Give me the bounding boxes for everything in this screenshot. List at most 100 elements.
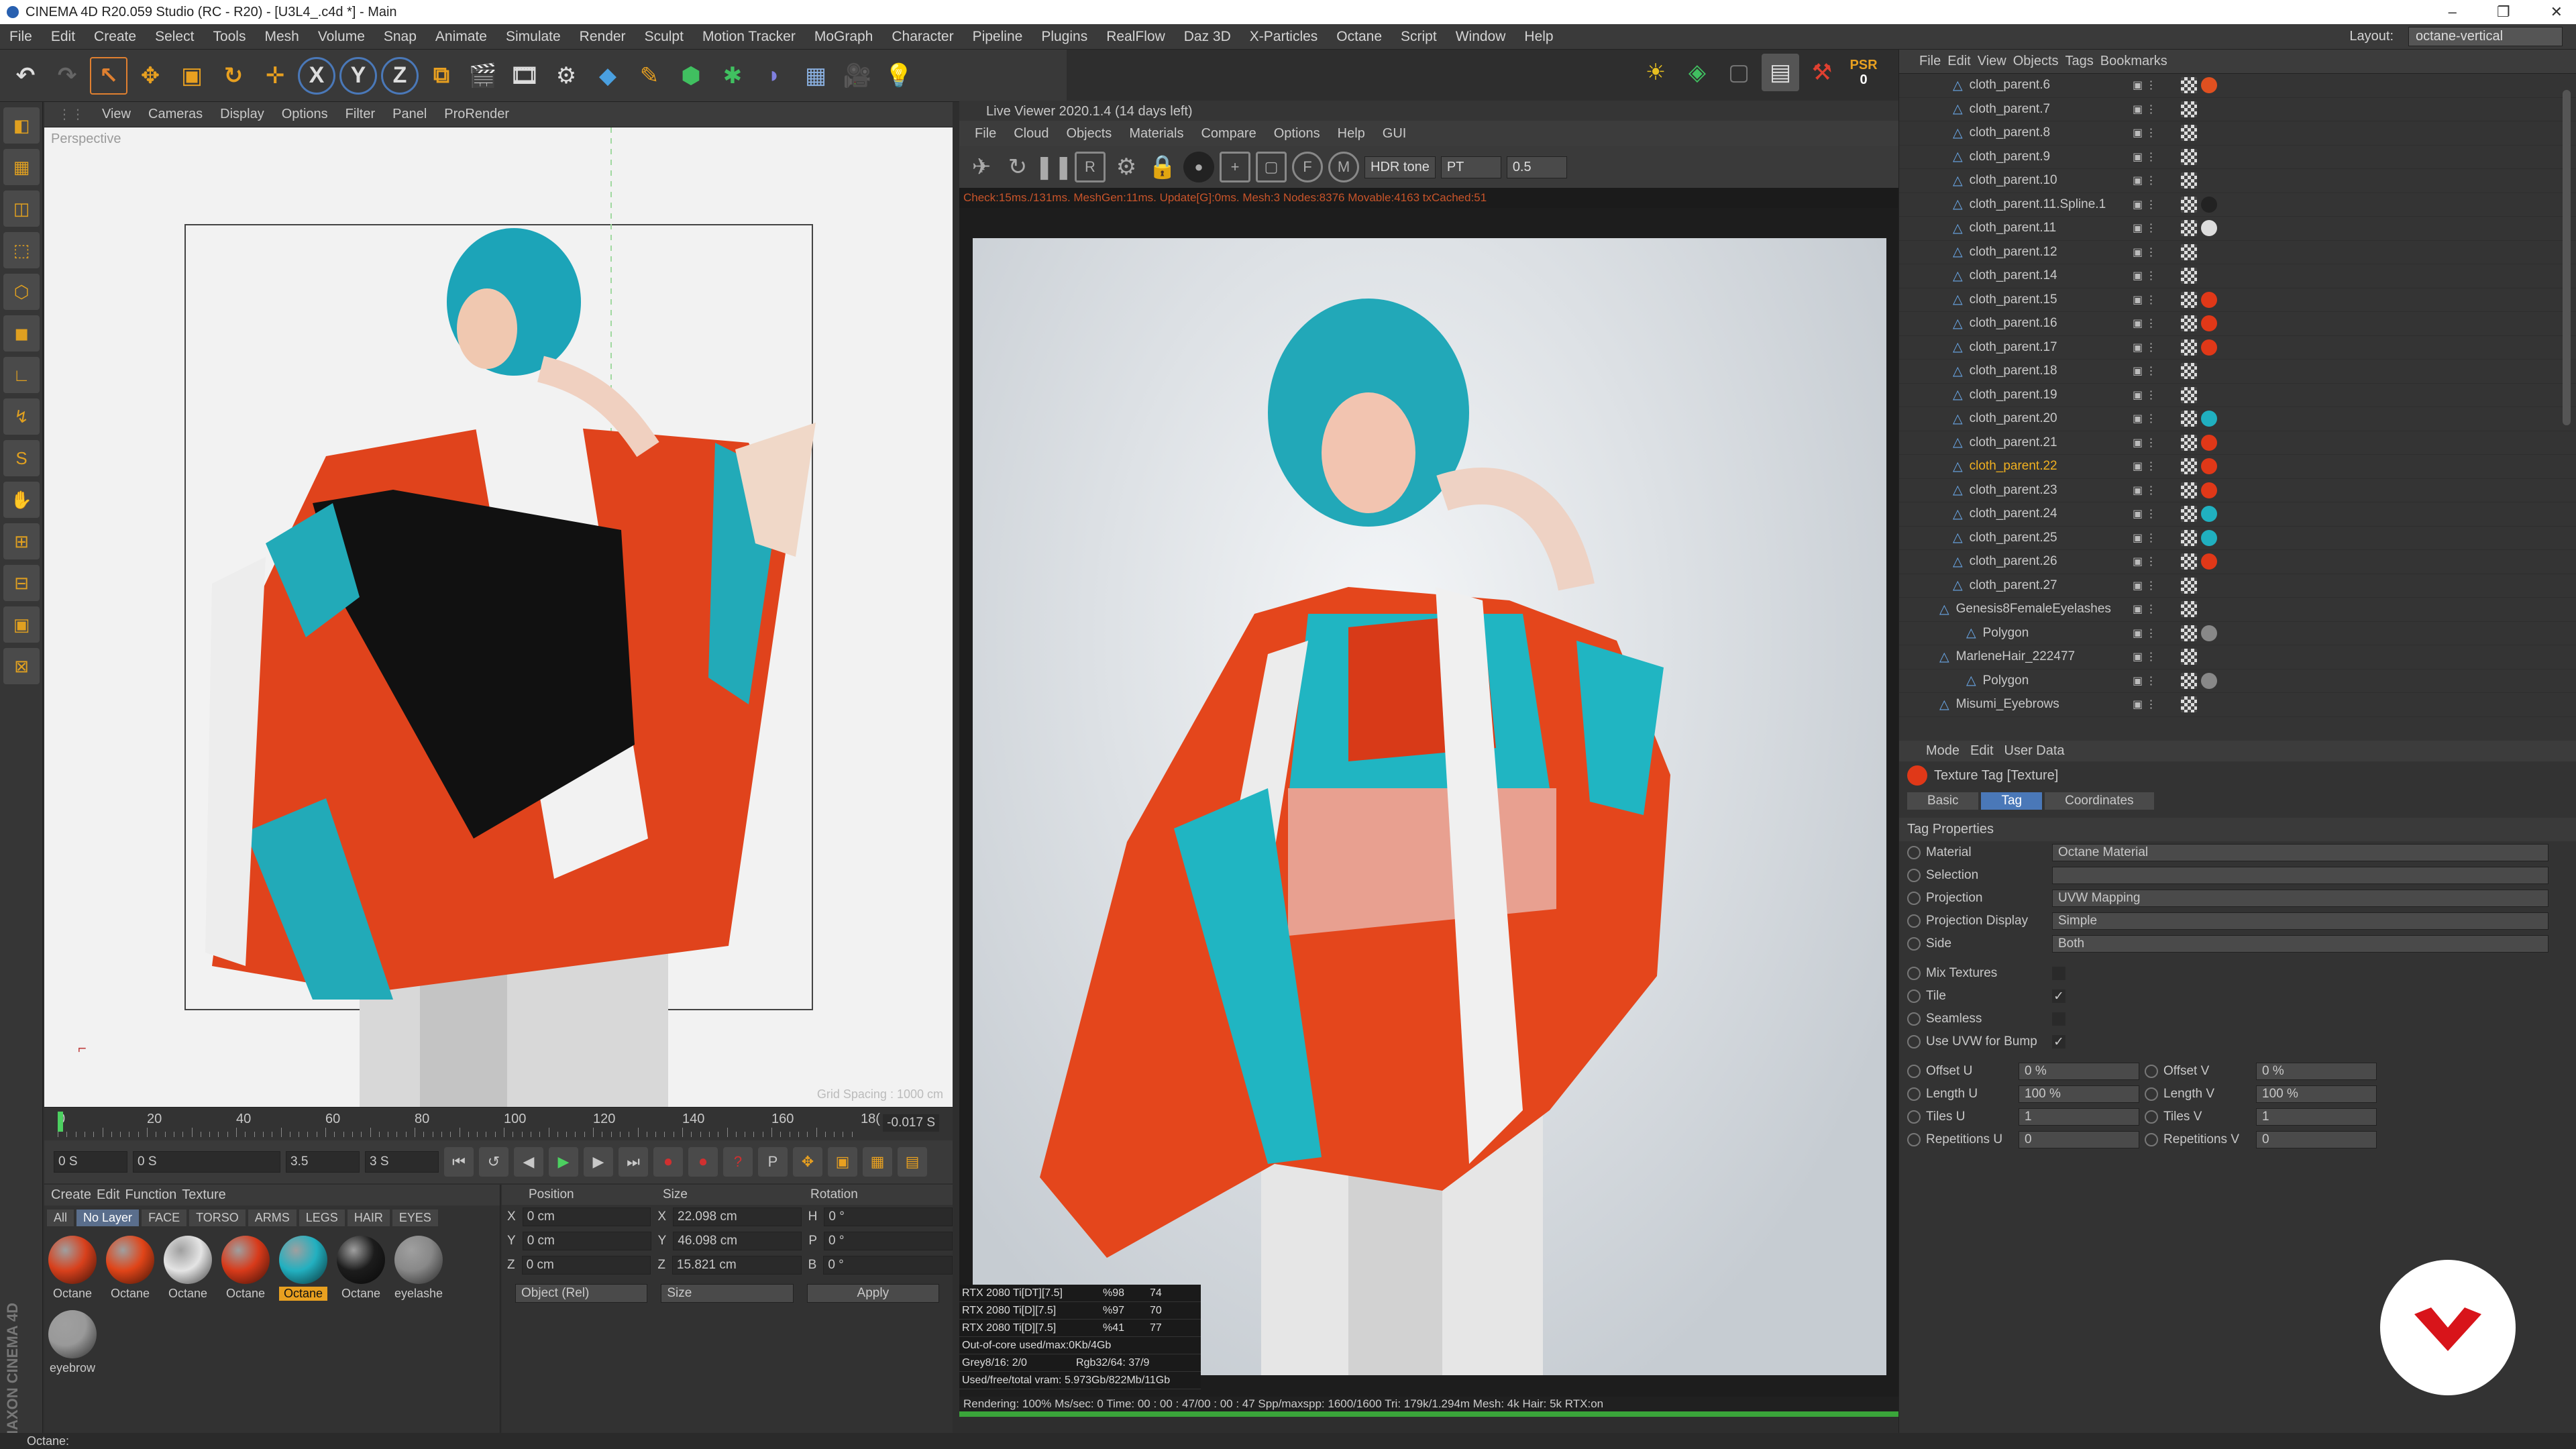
- object-row[interactable]: △ cloth_parent.17 ▣ ⋮: [1899, 336, 2576, 360]
- object-row[interactable]: △ Genesis8FemaleEyelashes ▣ ⋮: [1899, 598, 2576, 622]
- phong-tag-icon[interactable]: [2181, 244, 2197, 260]
- material-item[interactable]: eyebrow: [48, 1310, 97, 1375]
- object-visibility-icon[interactable]: ▣ ⋮: [2133, 246, 2165, 259]
- object-row[interactable]: △ cloth_parent.14 ▣ ⋮: [1899, 264, 2576, 288]
- material-menu-create[interactable]: Create: [51, 1187, 91, 1203]
- object-visibility-icon[interactable]: ▣ ⋮: [2133, 150, 2165, 164]
- menu-character[interactable]: Character: [882, 29, 963, 45]
- phong-tag-icon[interactable]: [2181, 386, 2197, 403]
- object-visibility-icon[interactable]: ▣ ⋮: [2133, 221, 2165, 235]
- object-menu-bookmarks[interactable]: Bookmarks: [2100, 54, 2167, 69]
- viewport-menu-cameras[interactable]: Cameras: [142, 107, 209, 122]
- offset-value[interactable]: 0: [2256, 1131, 2377, 1148]
- object-name[interactable]: MarleneHair_222477: [1956, 649, 2131, 664]
- go-to-end-icon[interactable]: ⏭: [619, 1147, 648, 1177]
- phong-tag-icon[interactable]: [2181, 101, 2197, 117]
- viewport-menu-display[interactable]: Display: [213, 107, 271, 122]
- object-name[interactable]: cloth_parent.27: [1970, 578, 2144, 593]
- checkbox[interactable]: [2052, 967, 2065, 980]
- playhead[interactable]: [58, 1112, 63, 1132]
- object-row[interactable]: △ cloth_parent.23 ▣ ⋮: [1899, 479, 2576, 502]
- subdivision-icon[interactable]: ⬢: [672, 57, 710, 95]
- object-menu-tags[interactable]: Tags: [2065, 54, 2094, 69]
- prev-key-icon[interactable]: ↺: [479, 1147, 508, 1177]
- object-name[interactable]: cloth_parent.21: [1970, 435, 2144, 450]
- property-value[interactable]: Octane Material: [2052, 844, 2548, 861]
- object-name[interactable]: cloth_parent.11: [1970, 221, 2144, 235]
- object-row[interactable]: △ cloth_parent.15 ▣ ⋮: [1899, 288, 2576, 312]
- layer-tab-no-layer[interactable]: No Layer: [76, 1210, 140, 1226]
- animate-dot-icon[interactable]: [2145, 1065, 2158, 1078]
- texture-tag-icon[interactable]: [2201, 77, 2217, 94]
- menu-mesh[interactable]: Mesh: [255, 29, 308, 45]
- viewport-menu-panel[interactable]: Panel: [386, 107, 433, 122]
- animate-dot-icon[interactable]: [2145, 1133, 2158, 1146]
- menu-file[interactable]: File: [0, 29, 42, 45]
- object-name[interactable]: cloth_parent.16: [1970, 316, 2144, 331]
- phong-tag-icon[interactable]: [2181, 291, 2197, 308]
- material-ball-icon[interactable]: ●: [1183, 152, 1214, 182]
- octane-cube-icon[interactable]: ▢: [1720, 54, 1758, 91]
- object-visibility-icon[interactable]: ▣ ⋮: [2133, 650, 2165, 663]
- material-item[interactable]: eyelashe: [394, 1236, 443, 1301]
- phong-tag-icon[interactable]: [2181, 363, 2197, 380]
- tab-tag[interactable]: Tag: [1981, 792, 2043, 810]
- texture-tag-icon[interactable]: [2201, 482, 2217, 498]
- layout-dropdown[interactable]: octane-vertical: [2408, 27, 2563, 46]
- timeline-window-icon[interactable]: ▤: [898, 1147, 927, 1177]
- polygons-mode-icon[interactable]: ◼: [3, 315, 40, 352]
- animate-dot-icon[interactable]: [1907, 937, 1921, 951]
- object-menu-file[interactable]: File: [1919, 54, 1941, 69]
- next-frame-icon[interactable]: ▶: [584, 1147, 613, 1177]
- texture-tag-icon[interactable]: [2201, 434, 2217, 451]
- live-viewer-menu-help[interactable]: Help: [1329, 126, 1374, 142]
- texture-tag-icon[interactable]: [2201, 553, 2217, 570]
- checkbox[interactable]: ✓: [2052, 1035, 2065, 1049]
- rotation-field[interactable]: 0 °: [824, 1208, 953, 1226]
- object-row[interactable]: △ cloth_parent.20 ▣ ⋮: [1899, 407, 2576, 431]
- max-frame-field[interactable]: 3 S: [365, 1151, 439, 1173]
- object-name[interactable]: Genesis8FemaleEyelashes: [1956, 602, 2131, 616]
- planar-workplane-icon[interactable]: ⊟: [3, 565, 40, 601]
- live-viewer-menu-materials[interactable]: Materials: [1120, 126, 1192, 142]
- live-viewer-menu-options[interactable]: Options: [1265, 126, 1329, 142]
- points-mode-icon[interactable]: ⬚: [3, 232, 40, 268]
- size-field[interactable]: 22.098 cm: [673, 1208, 802, 1226]
- size-field[interactable]: 46.098 cm: [673, 1232, 802, 1250]
- texture-tag-icon[interactable]: [2201, 220, 2217, 237]
- texture-tag-icon[interactable]: [2201, 291, 2217, 308]
- object-visibility-icon[interactable]: ▣ ⋮: [2133, 317, 2165, 330]
- object-row[interactable]: △ cloth_parent.10 ▣ ⋮: [1899, 169, 2576, 193]
- object-visibility-icon[interactable]: ▣ ⋮: [2133, 78, 2165, 92]
- attribute-menu-edit[interactable]: Edit: [1970, 743, 1993, 759]
- animate-dot-icon[interactable]: [1907, 1087, 1921, 1101]
- object-row[interactable]: △ cloth_parent.7 ▣ ⋮: [1899, 98, 2576, 121]
- object-row[interactable]: △ cloth_parent.27 ▣ ⋮: [1899, 574, 2576, 598]
- restart-icon[interactable]: ↻: [1002, 152, 1033, 182]
- texture-tag-icon[interactable]: [2201, 506, 2217, 523]
- layout-selector[interactable]: Layout: octane-vertical: [2340, 27, 2563, 46]
- object-name[interactable]: cloth_parent.24: [1970, 506, 2144, 521]
- object-name[interactable]: cloth_parent.9: [1970, 150, 2144, 164]
- object-visibility-icon[interactable]: ▣ ⋮: [2133, 126, 2165, 140]
- object-row[interactable]: △ cloth_parent.25 ▣ ⋮: [1899, 527, 2576, 550]
- object-visibility-icon[interactable]: ▣ ⋮: [2133, 674, 2165, 688]
- offset-value[interactable]: 1: [2019, 1108, 2139, 1126]
- preview-end-field[interactable]: 3.5: [286, 1151, 360, 1173]
- object-visibility-icon[interactable]: ▣ ⋮: [2133, 341, 2165, 354]
- model-mode-icon[interactable]: ◧: [3, 107, 40, 144]
- scale-icon[interactable]: ▣: [173, 57, 211, 95]
- object-row[interactable]: △ cloth_parent.11 ▣ ⋮: [1899, 217, 2576, 241]
- checkbox[interactable]: ✓: [2052, 989, 2065, 1004]
- material-menu-edit[interactable]: Edit: [97, 1187, 119, 1203]
- key-grid-icon[interactable]: ▦: [863, 1147, 892, 1177]
- offset-value[interactable]: 0: [2019, 1131, 2139, 1148]
- object-row[interactable]: △ cloth_parent.21 ▣ ⋮: [1899, 431, 2576, 455]
- render-picture-icon[interactable]: 🎞: [506, 57, 543, 95]
- add-region-icon[interactable]: +: [1220, 152, 1250, 182]
- object-visibility-icon[interactable]: ▣ ⋮: [2133, 174, 2165, 187]
- layer-tab-torso[interactable]: TORSO: [189, 1210, 246, 1226]
- quantize-icon[interactable]: ▣: [3, 606, 40, 643]
- menu-volume[interactable]: Volume: [309, 29, 374, 45]
- phong-tag-icon[interactable]: [2181, 434, 2197, 451]
